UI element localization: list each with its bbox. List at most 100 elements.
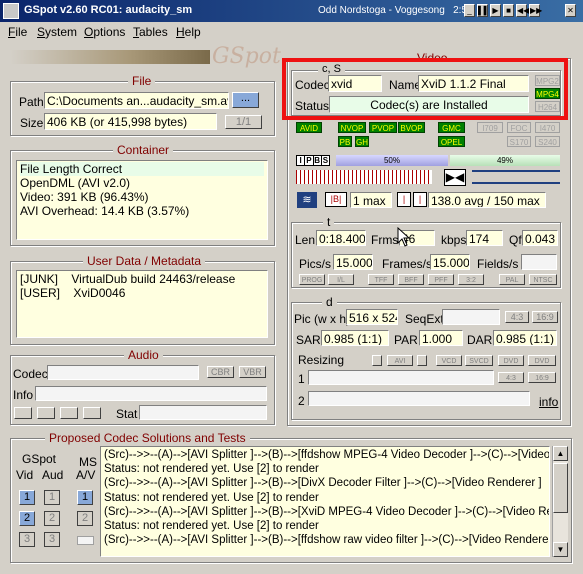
bitrate-icon-left: |	[397, 192, 411, 207]
container-line: File Length Correct	[20, 162, 264, 176]
ms-av-slot	[77, 536, 94, 545]
scroll-down-icon[interactable]: ▼	[553, 542, 568, 557]
resize-16-9-button[interactable]: 16:9	[528, 372, 556, 383]
resize-toggle[interactable]	[372, 355, 382, 366]
minimize-button[interactable]: _	[464, 4, 475, 17]
pal-button[interactable]: PAL	[499, 274, 525, 285]
pics-label: Pics/s	[299, 257, 332, 271]
pics-field: 15.000	[333, 254, 373, 270]
audio-flag-button[interactable]	[37, 407, 55, 419]
ntsc-button[interactable]: NTSC	[529, 274, 557, 285]
frame-type-box: I P B S	[296, 155, 330, 166]
audio-codec-label: Codec	[13, 367, 48, 381]
ratio-16-9-button[interactable]: 16:9	[532, 311, 558, 323]
proposed-scrollbar[interactable]: ▲ ▼	[552, 446, 568, 557]
p-frame-bar: 50%	[336, 155, 448, 166]
pause-button[interactable]: ▌▌	[477, 4, 489, 17]
kbps-label: kbps	[441, 233, 467, 247]
browse-button[interactable]: ...	[232, 92, 259, 108]
gspot-aud-2-button[interactable]: 2	[44, 511, 60, 526]
proposed-output: (Src)-->>--(A)-->[AVI Splitter ]-->(B)--…	[100, 446, 550, 557]
frame-type-b: B	[314, 156, 322, 165]
status-line: Status: not rendered yet. Use [2] to ren…	[104, 463, 319, 476]
ms-1-button[interactable]: 1	[77, 490, 93, 505]
ms-2-button[interactable]: 2	[77, 511, 93, 526]
gspot-vid-3-button[interactable]: 3	[19, 532, 35, 547]
previous-button[interactable]: ◀◀	[516, 4, 529, 17]
s170-chip: S170	[507, 136, 531, 147]
resize-row2-field	[308, 391, 530, 406]
scroll-thumb[interactable]	[553, 463, 568, 513]
menu-help[interactable]: Help	[176, 25, 201, 39]
play-button[interactable]: ▶	[490, 4, 501, 17]
size-label: Size	[20, 116, 44, 130]
resize-svcd-button[interactable]: SVCD	[465, 355, 493, 366]
il-button[interactable]: I/L	[328, 274, 354, 285]
gspot-aud-1-button[interactable]: 1	[44, 490, 60, 505]
i470-chip: I470	[535, 122, 560, 133]
gspot-aud-3-button[interactable]: 3	[44, 532, 60, 547]
prog-button[interactable]: PROG	[299, 274, 325, 285]
seqext-label: SeqExt	[405, 312, 444, 326]
audio-group-title: Audio	[124, 348, 163, 362]
resize-avi-button[interactable]: AVI	[387, 355, 413, 366]
gh-chip: GH	[355, 136, 369, 147]
proposed-group-title: Proposed Codec Solutions and Tests	[45, 431, 250, 445]
qf-field: 0.043	[522, 230, 558, 246]
next-button[interactable]: ▶▶	[529, 4, 542, 17]
resize-4-3-button[interactable]: 4:3	[498, 372, 524, 383]
pff-button[interactable]: PFF	[428, 274, 454, 285]
audio-flag-button[interactable]	[14, 407, 32, 419]
transport-icon[interactable]: ▶◀	[444, 169, 466, 186]
status-line: Status: not rendered yet. Use [2] to ren…	[104, 491, 319, 504]
gspot-vid-1-button[interactable]: 1	[19, 490, 35, 505]
userdata-group-title: User Data / Metadata	[83, 254, 206, 268]
info-link[interactable]: info	[539, 395, 558, 409]
resize-dvd-button[interactable]: DVD	[498, 355, 524, 366]
menu-file[interactable]: File	[8, 25, 27, 39]
pulldown-button[interactable]: 3:2	[458, 274, 484, 285]
resize-row1-field	[308, 370, 494, 385]
cbr-button[interactable]: CBR	[207, 366, 234, 378]
menu-system[interactable]: System	[37, 25, 77, 39]
frames-label: Frames/s	[382, 257, 433, 271]
close-button[interactable]: ✕	[565, 4, 576, 17]
opel-chip: OPEL	[438, 136, 465, 147]
nvop-chip: NVOP	[338, 122, 366, 133]
scroll-up-icon[interactable]: ▲	[553, 446, 568, 461]
bframes-icon: |B|	[325, 192, 347, 207]
bitrate-graph	[472, 170, 560, 184]
title-bar[interactable]: GSpot v2.60 RC01: audacity_sm Odd Nordst…	[0, 0, 583, 22]
menu-options[interactable]: Options	[84, 25, 125, 39]
container-line: Video: 391 KB (96.43%)	[20, 190, 149, 204]
ratio-4-3-button[interactable]: 4:3	[505, 311, 529, 323]
resize-row2-label: 2	[298, 394, 305, 408]
audio-flag-button[interactable]	[83, 407, 101, 419]
bvop-chip: BVOP	[398, 122, 425, 133]
len-label: Len	[295, 233, 316, 247]
foc-chip: FOC	[507, 122, 531, 133]
menu-tables[interactable]: Tables	[133, 25, 168, 39]
i709-chip: I709	[477, 122, 503, 133]
resize-vcd-button[interactable]: VCD	[436, 355, 462, 366]
frames-field: 15.000	[430, 254, 470, 270]
seqext-field	[442, 309, 500, 325]
bff-button[interactable]: BFF	[398, 274, 424, 285]
resize-toggle[interactable]	[417, 355, 427, 366]
resize-dvd2-button[interactable]: DVD	[528, 355, 556, 366]
vbr-button[interactable]: VBR	[239, 366, 266, 378]
app-icon[interactable]	[3, 3, 19, 19]
audio-flag-button[interactable]	[60, 407, 78, 419]
graph-line: (Src)-->>--(A)-->[AVI Splitter ]-->(B)--…	[104, 477, 542, 490]
stop-button[interactable]: ■	[503, 4, 514, 17]
tff-button[interactable]: TFF	[368, 274, 394, 285]
audio-stat-label: Stat	[116, 407, 138, 421]
metadata-row: [JUNK] VirtualDub build 24463/release	[20, 272, 236, 286]
path-field[interactable]: C:\Documents an...audacity_sm.avi	[44, 92, 229, 109]
gspot-vid-2-button[interactable]: 2	[19, 511, 35, 526]
menu-bar: File System Options Tables Help	[0, 22, 583, 42]
qf-label: Qf	[509, 233, 522, 247]
highlight-box	[282, 58, 568, 120]
frame-sequence-strip	[296, 170, 432, 184]
pic-label: Pic (w x h)	[294, 312, 351, 326]
